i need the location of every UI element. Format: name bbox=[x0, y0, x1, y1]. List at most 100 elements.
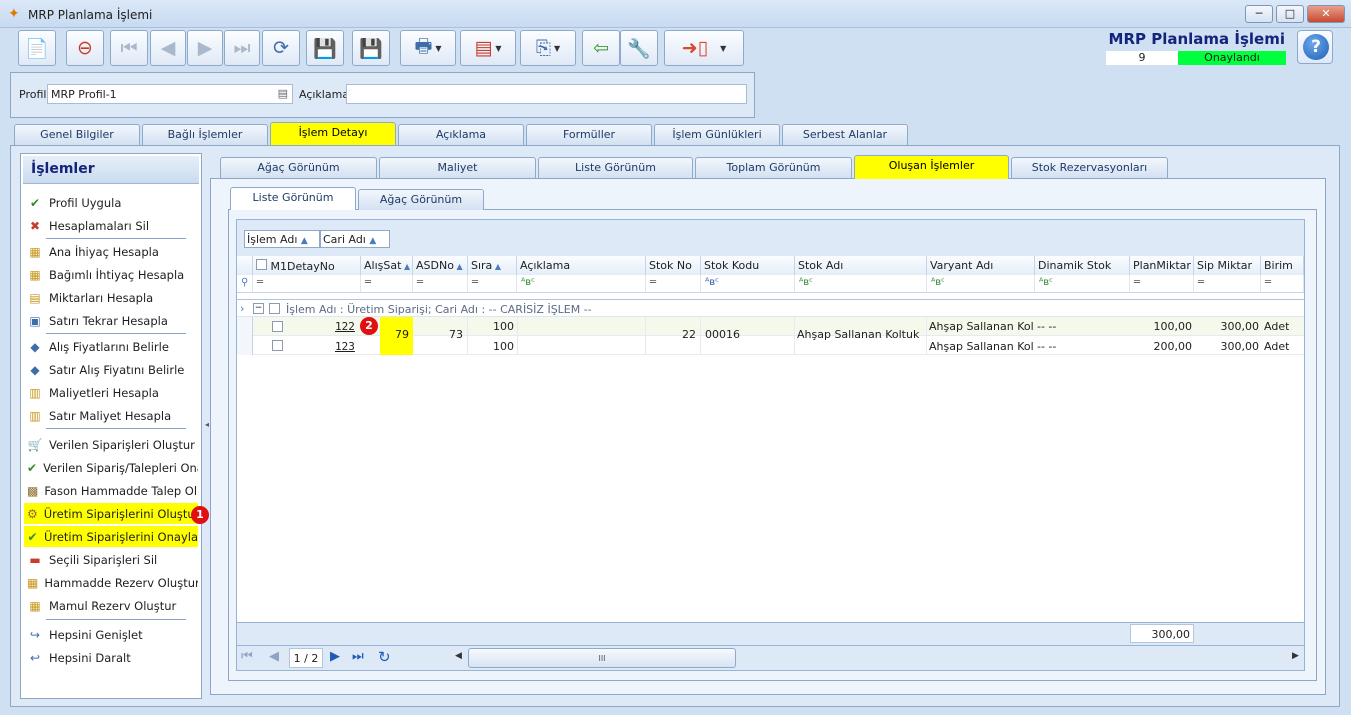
group-chip-islem-adi[interactable]: İşlem Adı ▲ bbox=[244, 230, 320, 248]
op-alis-fiyatlari[interactable]: ◆ Alış Fiyatlarını Belirle bbox=[24, 336, 198, 357]
col-sira[interactable]: Sıra ▲ bbox=[468, 256, 517, 275]
col-planmiktar[interactable]: PlanMiktar ▼ bbox=[1130, 256, 1194, 275]
minimize-button[interactable]: ─ bbox=[1245, 5, 1273, 23]
maximize-button[interactable]: □ bbox=[1276, 5, 1304, 23]
col-stokadi[interactable]: Stok Adı bbox=[795, 256, 927, 275]
tab-formuller[interactable]: Formüller bbox=[526, 124, 652, 145]
op-ana-ihtiyac[interactable]: ▦ Ana İhiyaç Hesapla bbox=[24, 241, 198, 262]
group-row[interactable]: › − İşlem Adı : Üretim Siparişi; Cari Ad… bbox=[237, 299, 1304, 317]
op-verilen-onayla[interactable]: ✔ Verilen Sipariş/Talepleri Ona... bbox=[24, 457, 198, 478]
row-checkbox[interactable] bbox=[272, 321, 283, 332]
col-alissat[interactable]: AlışSat ▲ bbox=[361, 256, 413, 275]
op-fason-hammadde[interactable]: ▩ Fason Hammadde Talep Ol... bbox=[24, 480, 198, 501]
filter-text-icon[interactable]: ᴬʙᶜ bbox=[517, 275, 646, 293]
op-satiri-tekrar[interactable]: ▣ Satırı Tekrar Hesapla bbox=[24, 310, 198, 331]
op-maliyetleri-hesapla[interactable]: ▥ Maliyetleri Hesapla bbox=[24, 382, 198, 403]
help-button[interactable]: ? bbox=[1297, 30, 1333, 64]
tab-bagli-islemler[interactable]: Bağlı İşlemler bbox=[142, 124, 268, 145]
filter-cell[interactable]: ═ bbox=[1130, 275, 1194, 293]
col-varyantadi[interactable]: Varyant Adı bbox=[927, 256, 1035, 275]
next-page-icon[interactable]: ▶ bbox=[330, 649, 340, 664]
op-hepsini-daralt[interactable]: ↩ Hepsini Daralt bbox=[24, 647, 198, 668]
splitter-arrow-icon[interactable]: ◂ bbox=[205, 420, 209, 429]
group-checkbox[interactable] bbox=[269, 303, 280, 314]
tab-genel-bilgiler[interactable]: Genel Bilgiler bbox=[14, 124, 140, 145]
filter-cell[interactable]: ═ bbox=[646, 275, 701, 293]
op-uretim-olustur[interactable]: ⚙ Üretim Siparişlerini Oluştur bbox=[24, 503, 198, 524]
subtab-agac[interactable]: Ağaç Görünüm bbox=[220, 157, 377, 178]
col-dinamikstok[interactable]: Dinamik Stok bbox=[1035, 256, 1130, 275]
exit-icon[interactable]: ➜▯ ▼ bbox=[664, 30, 744, 66]
close-button[interactable]: ✕ bbox=[1307, 5, 1345, 23]
filter-text-icon[interactable]: ᴬʙᶜ bbox=[927, 275, 1035, 293]
tab-serbest-alanlar[interactable]: Serbest Alanlar bbox=[782, 124, 908, 145]
save-icon[interactable]: 💾 bbox=[306, 30, 344, 66]
scroll-right-icon[interactable]: ▶ bbox=[1292, 651, 1299, 661]
col-birim[interactable]: Birim bbox=[1261, 256, 1304, 275]
filter-cell[interactable]: ═ bbox=[468, 275, 517, 293]
prev-record-icon[interactable]: ◀ bbox=[150, 30, 186, 66]
horizontal-scrollbar-thumb[interactable]: III bbox=[468, 648, 736, 668]
col-stokkodu[interactable]: Stok Kodu bbox=[701, 256, 795, 275]
col-stokno[interactable]: Stok No bbox=[646, 256, 701, 275]
col-sipmiktar[interactable]: Sip Miktar bbox=[1194, 256, 1261, 275]
filter-text-icon[interactable]: ᴬʙᶜ bbox=[1035, 275, 1130, 293]
op-hepsini-genislet[interactable]: ↪ Hepsini Genişlet bbox=[24, 624, 198, 645]
op-profil-uygula[interactable]: ✔ Profil Uygula bbox=[24, 192, 198, 213]
op-hesaplamalari-sil[interactable]: ✖ Hesaplamaları Sil bbox=[24, 215, 198, 236]
delete-doc-icon[interactable]: ⊖ bbox=[66, 30, 104, 66]
refresh-icon[interactable]: ⟳ bbox=[262, 30, 300, 66]
col-m1detayno[interactable]: M1DetayNo bbox=[253, 256, 361, 275]
save-close-icon[interactable]: 💾 bbox=[352, 30, 390, 66]
subtab-olusan-islemler[interactable]: Oluşan İşlemler bbox=[854, 155, 1009, 179]
collapse-group-icon[interactable]: − bbox=[253, 303, 264, 314]
filter-text-icon[interactable]: ᴬʙᶜ bbox=[795, 275, 927, 293]
filter-cell[interactable]: ═ bbox=[253, 275, 361, 293]
tab-islem-detayi[interactable]: İşlem Detayı bbox=[270, 122, 396, 146]
col-aciklama[interactable]: Açıklama bbox=[517, 256, 646, 275]
description-field[interactable] bbox=[346, 84, 747, 104]
filter-cell[interactable]: ═ bbox=[361, 275, 413, 293]
scroll-left-icon[interactable]: ◀ bbox=[455, 651, 462, 661]
filter-cell[interactable]: ═ bbox=[413, 275, 468, 293]
filter-cell[interactable]: ═ bbox=[1194, 275, 1261, 293]
op-mamul-rezerv[interactable]: ▦ Mamul Rezerv Oluştur bbox=[24, 595, 198, 616]
m1detayno-link[interactable]: 122 bbox=[335, 320, 355, 333]
op-miktarlari-hesapla[interactable]: ▤ Miktarları Hesapla bbox=[24, 287, 198, 308]
subtab-stok-rezervasyon[interactable]: Stok Rezervasyonları bbox=[1011, 157, 1168, 178]
row-checkbox[interactable] bbox=[272, 340, 283, 351]
view-tab-liste[interactable]: Liste Görünüm bbox=[230, 187, 356, 210]
op-uretim-onayla[interactable]: ✔ Üretim Siparişlerini Onayla bbox=[24, 526, 198, 547]
profile-select[interactable]: MRP Profil-1 ▤ bbox=[47, 84, 293, 104]
reload-icon[interactable]: ↻ bbox=[378, 648, 391, 666]
op-secili-sil[interactable]: ▬ Seçili Siparişleri Sil bbox=[24, 549, 198, 570]
m1detayno-link[interactable]: 123 bbox=[335, 340, 355, 353]
first-record-icon[interactable]: ⏮ bbox=[110, 30, 148, 66]
op-bagimli-ihtiyac[interactable]: ▦ Bağımlı İhtiyaç Hesapla bbox=[24, 264, 198, 285]
export-icon[interactable]: ⎘ ▼ bbox=[520, 30, 576, 66]
first-page-icon[interactable]: ⏮ bbox=[241, 649, 253, 664]
filter-cell[interactable]: ═ bbox=[1261, 275, 1304, 293]
last-record-icon[interactable]: ⏭ bbox=[224, 30, 260, 66]
group-chip-cari-adi[interactable]: Cari Adı ▲ bbox=[320, 230, 390, 248]
tab-islem-gunlukleri[interactable]: İşlem Günlükleri bbox=[654, 124, 780, 145]
op-satir-alis-fiyati[interactable]: ◆ Satır Alış Fiyatını Belirle bbox=[24, 359, 198, 380]
pdf-icon[interactable]: ▤ ▼ bbox=[460, 30, 516, 66]
print-icon[interactable]: 🖶 ▼ bbox=[400, 30, 456, 66]
filter-text-icon[interactable]: ᴬʙᶜ bbox=[701, 275, 795, 293]
last-page-icon[interactable]: ⏭ bbox=[352, 649, 364, 664]
subtab-liste[interactable]: Liste Görünüm bbox=[538, 157, 693, 178]
select-all-checkbox[interactable] bbox=[256, 259, 267, 270]
op-satir-maliyet[interactable]: ▥ Satır Maliyet Hesapla bbox=[24, 405, 198, 426]
subtab-maliyet[interactable]: Maliyet bbox=[379, 157, 536, 178]
view-tab-agac[interactable]: Ağaç Görünüm bbox=[358, 189, 484, 210]
settings-icon[interactable]: 🔧 bbox=[620, 30, 658, 66]
prev-page-icon[interactable]: ◀ bbox=[269, 649, 279, 664]
op-hammadde-rezerv[interactable]: ▦ Hammadde Rezerv Oluştur bbox=[24, 572, 198, 593]
subtab-toplam[interactable]: Toplam Görünüm bbox=[695, 157, 852, 178]
next-record-icon[interactable]: ▶ bbox=[187, 30, 223, 66]
import-icon[interactable]: ⇦ bbox=[582, 30, 620, 66]
page-indicator[interactable]: 1 / 2 bbox=[289, 648, 323, 668]
op-verilen-siparisler[interactable]: 🛒 Verilen Siparişleri Oluştur bbox=[24, 434, 198, 455]
col-asdno[interactable]: ASDNo ▲ bbox=[413, 256, 468, 275]
